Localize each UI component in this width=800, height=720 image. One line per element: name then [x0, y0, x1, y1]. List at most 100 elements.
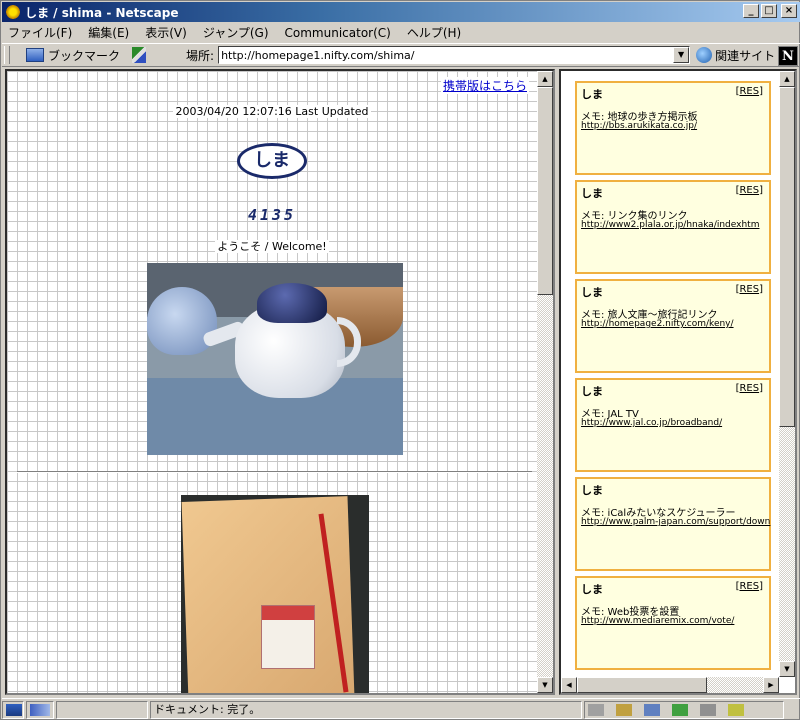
connection-indicator: [26, 700, 54, 719]
main-content: 携帯版はこちら 2003/04/20 12:07:16 Last Updated…: [7, 71, 537, 693]
photo-notebook-label: [261, 605, 315, 669]
url-field[interactable]: ▼: [218, 46, 691, 64]
board-post: しま [RES] メモ: リンク集のリンク http://www2.plala.…: [575, 180, 771, 274]
board-post: しま [RES] メモ: 地球の歩き方掲示板 http://bbs.arukik…: [575, 81, 771, 175]
post-link[interactable]: http://homepage2.nifty.com/keny/: [581, 319, 734, 329]
menu-help[interactable]: ヘルプ(H): [407, 24, 461, 41]
post-res: [RES]: [735, 185, 763, 196]
board-scroll-left-button[interactable]: ◀: [561, 677, 577, 693]
board-scroll-right-button[interactable]: ▶: [763, 677, 779, 693]
lock-icon: [6, 703, 22, 716]
post-author: しま: [581, 385, 603, 398]
location-label: 場所:: [186, 48, 215, 63]
bookmarks-button[interactable]: ブックマーク: [26, 47, 120, 64]
welcome-text: ようこそ / Welcome!: [215, 240, 329, 253]
mail-icon[interactable]: [616, 703, 632, 716]
post-link[interactable]: http://www.mediaremix.com/vote/: [581, 616, 734, 626]
board-post: しま [RES] メモ: JAL TV http://www.jal.co.jp…: [575, 378, 771, 472]
post-res: [RES]: [735, 284, 763, 295]
menu-view[interactable]: 表示(V): [145, 24, 187, 41]
last-updated-text: 2003/04/20 12:07:16 Last Updated: [173, 105, 371, 118]
res-link[interactable]: RES: [739, 284, 759, 295]
res-link[interactable]: RES: [739, 383, 759, 394]
close-button[interactable]: ×: [781, 4, 797, 18]
horizontal-rule: [17, 471, 532, 473]
post-author: しま: [581, 583, 603, 596]
bookmark-icon: [26, 48, 44, 62]
board-vertical-scrollbar[interactable]: ▲ ▼: [779, 71, 795, 677]
maximize-button[interactable]: □: [761, 4, 777, 18]
related-sites-label: 関連サイト: [715, 48, 776, 63]
board-post: しま [RES] メモ: Web投票を設置 http://www.mediare…: [575, 576, 771, 670]
page-proxy-icon[interactable]: [132, 47, 147, 63]
toolbar-grip[interactable]: [4, 46, 10, 64]
menu-go[interactable]: ジャンプ(G): [203, 24, 269, 41]
board-frame: しま [RES] メモ: 地球の歩き方掲示板 http://bbs.arukik…: [559, 69, 797, 695]
menu-edit[interactable]: 編集(E): [88, 24, 129, 41]
post-author: しま: [581, 484, 603, 497]
url-dropdown-button[interactable]: ▼: [673, 47, 690, 63]
scroll-down-button[interactable]: ▼: [537, 677, 553, 693]
scroll-thumb[interactable]: [537, 87, 553, 295]
browser-window: しま / shima - Netscape _ □ × ファイル(F) 編集(E…: [0, 0, 800, 720]
board-post: しま [RES] メモ: 旅人文庫～旅行記リンク http://homepage…: [575, 279, 771, 373]
post-link[interactable]: http://www.jal.co.jp/broadband/: [581, 418, 722, 428]
board-posts: しま [RES] メモ: 地球の歩き方掲示板 http://bbs.arukik…: [561, 71, 779, 675]
menu-communicator[interactable]: Communicator(C): [285, 26, 391, 40]
welcome: ようこそ / Welcome!: [7, 238, 537, 254]
photo-label-stripe: [262, 606, 314, 620]
progress-bar: [56, 700, 148, 719]
post-author: しま: [581, 88, 603, 101]
notebook-photo: [181, 495, 369, 693]
menu-file[interactable]: ファイル(F): [8, 24, 72, 41]
netscape-logo[interactable]: N: [778, 46, 798, 66]
board-scroll-down-button[interactable]: ▼: [779, 661, 795, 677]
post-res: [RES]: [735, 581, 763, 592]
res-link[interactable]: RES: [739, 185, 759, 196]
window-title: しま / shima - Netscape: [25, 5, 179, 20]
related-sites-button[interactable]: 関連サイト: [696, 47, 775, 64]
post-author: しま: [581, 286, 603, 299]
component-bar: [584, 700, 784, 719]
teapot-photo: [147, 263, 403, 455]
board-post: しま メモ: iCalみたいなスケジューラー http://www.palm-j…: [575, 477, 771, 571]
navigator-icon[interactable]: [588, 703, 604, 716]
board-scroll-thumb[interactable]: [779, 87, 795, 427]
security-indicator[interactable]: [2, 700, 24, 719]
connection-icon: [30, 703, 50, 716]
minimize-button[interactable]: _: [743, 4, 759, 18]
main-vertical-scrollbar[interactable]: ▲ ▼: [537, 71, 553, 693]
access-counter: 4135: [247, 206, 297, 224]
url-input[interactable]: [219, 47, 670, 63]
netscape-icon: [5, 4, 21, 20]
site-logo: しま: [237, 143, 307, 179]
status-bar: ドキュメント: 完了。: [2, 698, 800, 720]
last-updated: 2003/04/20 12:07:16 Last Updated: [7, 105, 537, 118]
main-frame: 携帯版はこちら 2003/04/20 12:07:16 Last Updated…: [5, 69, 555, 695]
location-toolbar: ブックマーク 場所: ▼ 関連サイト N: [2, 43, 800, 67]
status-text: ドキュメント: 完了。: [150, 700, 582, 719]
photo-teapot-lid: [257, 283, 327, 323]
res-link[interactable]: RES: [739, 581, 759, 592]
menu-bar: ファイル(F) 編集(E) 表示(V) ジャンプ(G) Communicator…: [2, 23, 800, 42]
window-controls: _ □ ×: [743, 4, 797, 18]
board-horizontal-scrollbar[interactable]: ◀ ▶: [561, 677, 779, 693]
post-link[interactable]: http://www.palm-japan.com/support/down: [581, 517, 770, 527]
edit-icon[interactable]: [728, 703, 744, 716]
address-book-icon[interactable]: [672, 703, 688, 716]
post-link[interactable]: http://www2.plala.or.jp/hnaka/indexhtm: [581, 220, 759, 230]
related-sites-icon: [696, 47, 713, 63]
post-link[interactable]: http://bbs.arukikata.co.jp/: [581, 121, 697, 131]
title-bar: しま / shima - Netscape _ □ ×: [2, 2, 800, 22]
board-scroll-up-button[interactable]: ▲: [779, 71, 795, 87]
discussion-icon[interactable]: [644, 703, 660, 716]
post-res: [RES]: [735, 383, 763, 394]
board-hscroll-thumb[interactable]: [577, 677, 707, 693]
composer-icon[interactable]: [700, 703, 716, 716]
mobile-version-link[interactable]: 携帯版はこちら: [440, 77, 529, 94]
post-res: [RES]: [735, 86, 763, 97]
scroll-up-button[interactable]: ▲: [537, 71, 553, 87]
post-author: しま: [581, 187, 603, 200]
res-link[interactable]: RES: [739, 86, 759, 97]
bookmarks-label: ブックマーク: [48, 48, 121, 63]
